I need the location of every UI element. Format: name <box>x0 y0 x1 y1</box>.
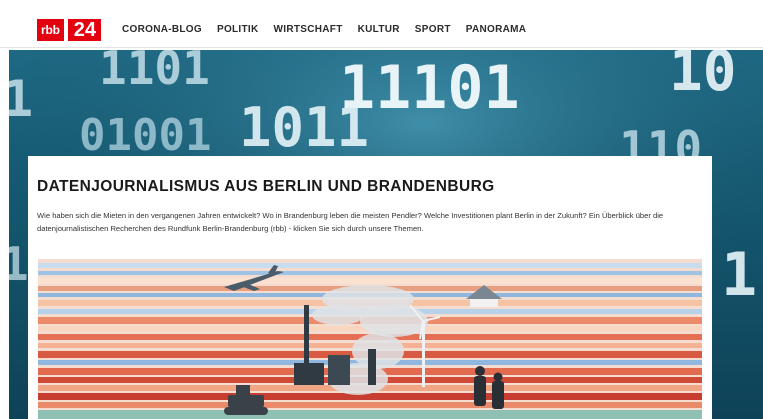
nav-item-kultur[interactable]: KULTUR <box>358 24 400 35</box>
intro-text: Wie haben sich die Mieten in den vergang… <box>37 211 664 233</box>
binary-digit-row: 1 <box>721 240 757 310</box>
logo-24-text: 24 <box>65 19 101 41</box>
binary-digit-row: 1 <box>9 70 33 128</box>
binary-digit-row: 1011 <box>239 96 369 159</box>
main-menu: CORONA-BLOG POLITIK WIRTSCHAFT KULTUR SP… <box>122 24 541 35</box>
logo-rbb-text: rbb <box>37 19 64 41</box>
top-navigation: rbb 24 CORONA-BLOG POLITIK WIRTSCHAFT KU… <box>0 0 763 48</box>
binary-digit-row: 1101 <box>99 50 210 95</box>
nav-item-wirtschaft[interactable]: WIRTSCHAFT <box>274 24 343 35</box>
nav-item-corona-blog[interactable]: CORONA-BLOG <box>122 24 202 35</box>
nav-item-politik[interactable]: POLITIK <box>217 24 259 35</box>
climate-stripes-illustration <box>38 259 702 419</box>
rbb24-logo[interactable]: rbb 24 <box>37 19 101 41</box>
binary-digit-row: 10 <box>669 50 736 104</box>
nav-item-sport[interactable]: SPORT <box>415 24 451 35</box>
binary-digit-row: 1 <box>9 237 29 291</box>
nav-item-panorama[interactable]: PANORAMA <box>466 24 527 35</box>
binary-digit-row: 01001 <box>79 110 211 161</box>
page-title: DATENJOURNALISMUS AUS BERLIN UND BRANDEN… <box>37 178 495 195</box>
intro-card: DATENJOURNALISMUS AUS BERLIN UND BRANDEN… <box>28 156 712 419</box>
